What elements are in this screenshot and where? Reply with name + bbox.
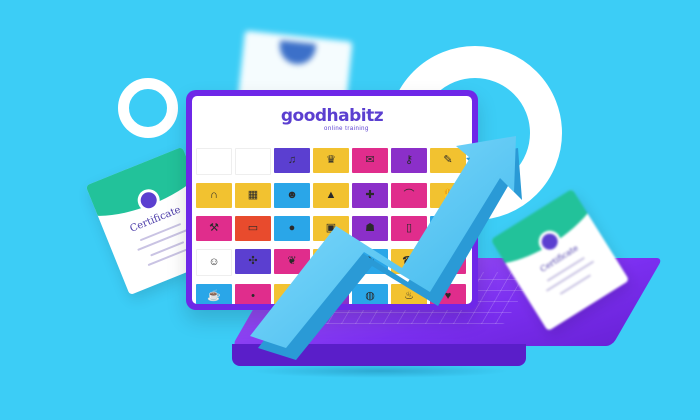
laptop-shadow [250,364,510,378]
trend-up-arrow-icon [250,136,522,360]
trend-arrow-face [250,136,516,348]
hero-illustration: Certificate goodhabitz online training ♫… [0,0,700,420]
